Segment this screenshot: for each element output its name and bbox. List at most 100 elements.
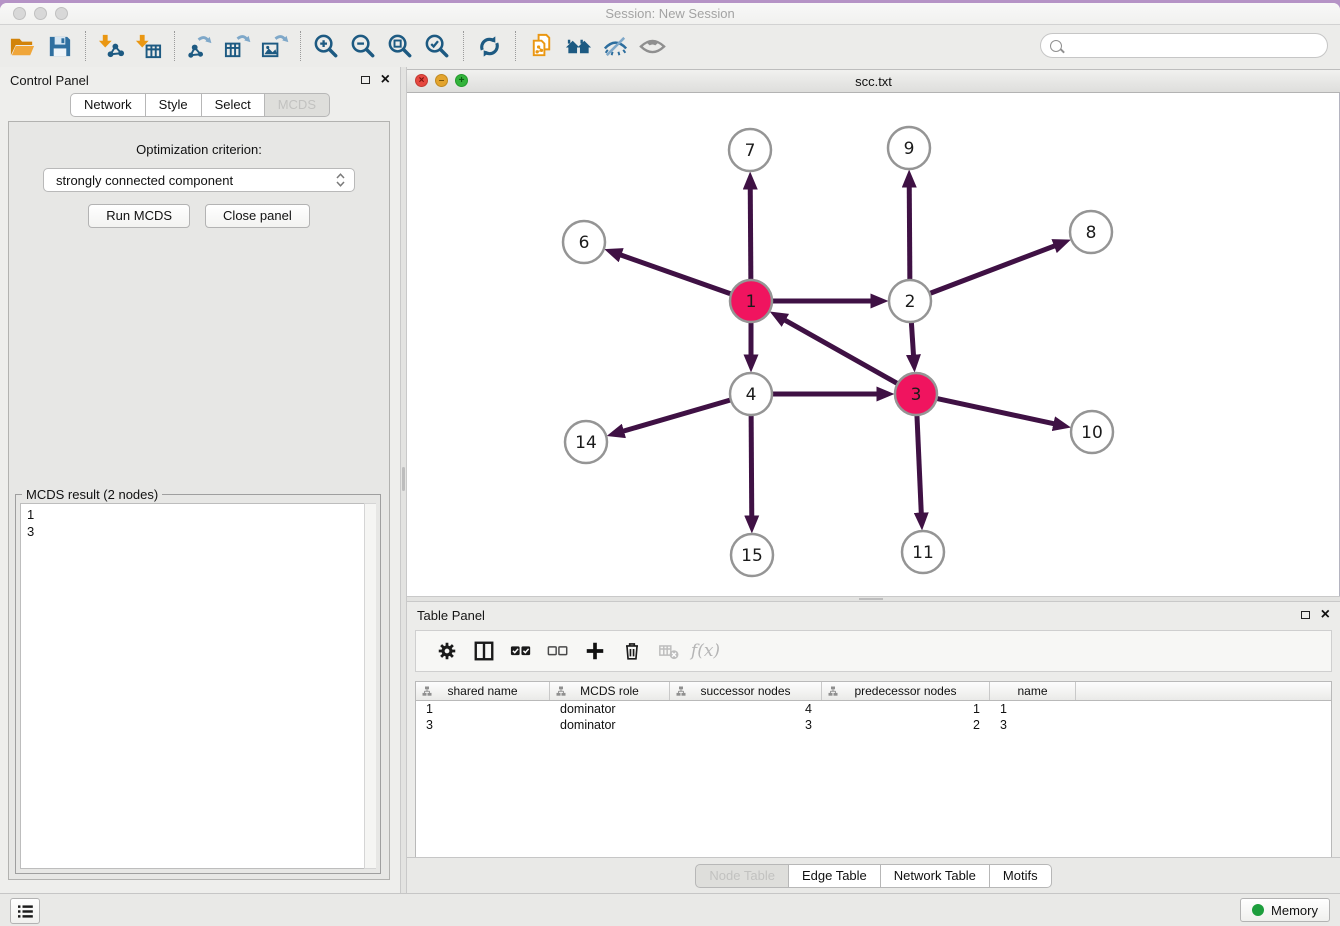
run-mcds-button[interactable]: Run MCDS <box>88 204 190 228</box>
graph-node-6[interactable]: 6 <box>563 221 605 263</box>
close-panel-icon[interactable]: × <box>1321 608 1330 622</box>
graph-edge-3-1[interactable] <box>784 320 898 384</box>
close-panel-button[interactable]: Close panel <box>205 204 310 228</box>
toolbar-separator <box>300 31 301 61</box>
table-cell[interactable]: 1 <box>822 701 990 717</box>
graph-edge-1-7[interactable] <box>750 188 751 280</box>
tab-network[interactable]: Network <box>70 93 146 117</box>
graph-edge-4-14[interactable] <box>622 400 730 432</box>
table-cell[interactable]: 1 <box>990 701 1076 717</box>
graph-edge-4-15[interactable] <box>751 415 752 517</box>
table-cell[interactable]: 2 <box>822 717 990 733</box>
delete-column-icon[interactable] <box>613 633 650 669</box>
graph-edge-3-10[interactable] <box>937 398 1055 424</box>
table-row[interactable]: 1dominator411 <box>416 701 1331 717</box>
column-header-successor-nodes[interactable]: successor nodes <box>670 682 822 700</box>
column-header-shared-name[interactable]: shared name <box>416 682 550 700</box>
right-column: × – + scc.txt 7968124314101511 <box>407 67 1340 894</box>
unselect-all-columns-icon[interactable] <box>539 633 576 669</box>
show-columns-icon[interactable] <box>465 633 502 669</box>
table-cell[interactable]: 3 <box>990 717 1076 733</box>
export-image-icon[interactable] <box>256 28 293 64</box>
graph-edge-2-9[interactable] <box>909 186 910 280</box>
zoom-out-icon[interactable] <box>345 28 382 64</box>
graph-node-1[interactable]: 1 <box>730 280 772 322</box>
table-cell[interactable]: 4 <box>670 701 822 717</box>
network-graph[interactable]: 7 9 6 8 1 2 4 3 14 10 15 11 <box>407 93 1339 596</box>
mcds-result-list[interactable]: 1 3 <box>20 503 376 869</box>
graph-node-2[interactable]: 2 <box>889 280 931 322</box>
graph-node-4[interactable]: 4 <box>730 373 772 415</box>
export-table-icon[interactable] <box>219 28 256 64</box>
zoom-selected-icon[interactable] <box>419 28 456 64</box>
hide-graphics-details-icon[interactable] <box>597 28 634 64</box>
splitter-grip[interactable] <box>402 467 405 491</box>
graph-node-10[interactable]: 10 <box>1071 411 1113 453</box>
close-window-button[interactable] <box>13 7 26 20</box>
table-cell[interactable]: dominator <box>550 717 670 733</box>
graph-edge-1-6[interactable] <box>620 255 731 294</box>
task-history-button[interactable] <box>10 898 40 924</box>
tab-network-table[interactable]: Network Table <box>881 864 990 888</box>
main-window: Session: New Session Cont <box>0 3 1340 926</box>
tab-node-table[interactable]: Node Table <box>695 864 789 888</box>
splitter-grip[interactable] <box>859 598 883 600</box>
tab-style[interactable]: Style <box>146 93 202 117</box>
tab-mcds[interactable]: MCDS <box>265 93 330 117</box>
result-scrollbar[interactable] <box>364 503 376 869</box>
export-network-icon[interactable] <box>182 28 219 64</box>
graph-edge-2-8[interactable] <box>930 246 1056 294</box>
zoom-fit-icon[interactable] <box>382 28 419 64</box>
column-header-mcds-role[interactable]: MCDS role <box>550 682 670 700</box>
close-panel-icon[interactable]: × <box>381 73 390 87</box>
graph-edge-3-11[interactable] <box>917 415 921 514</box>
tab-motifs[interactable]: Motifs <box>990 864 1052 888</box>
graph-edge-2-3[interactable] <box>911 322 913 356</box>
table-cell[interactable]: 3 <box>416 717 550 733</box>
graph-node-14[interactable]: 14 <box>565 421 607 463</box>
table-cell[interactable]: 1 <box>416 701 550 717</box>
tab-select[interactable]: Select <box>202 93 265 117</box>
copy-view-icon[interactable] <box>523 28 560 64</box>
graph-node-11[interactable]: 11 <box>902 531 944 573</box>
network-canvas[interactable]: 7 9 6 8 1 2 4 3 14 10 15 11 <box>407 93 1340 596</box>
zoom-in-icon[interactable] <box>308 28 345 64</box>
delete-table-icon[interactable] <box>650 633 687 669</box>
float-panel-icon[interactable] <box>1301 611 1310 619</box>
add-column-icon[interactable] <box>576 633 613 669</box>
status-bar: Memory <box>0 893 1340 926</box>
maximize-window-button[interactable] <box>55 7 68 20</box>
column-header-predecessor-nodes[interactable]: predecessor nodes <box>822 682 990 700</box>
optimization-criterion-select[interactable]: strongly connected component <box>43 168 355 192</box>
tab-edge-table[interactable]: Edge Table <box>789 864 881 888</box>
show-graphics-details-icon[interactable] <box>634 28 671 64</box>
home-icon[interactable] <box>560 28 597 64</box>
control-panel-header: Control Panel × <box>0 67 400 93</box>
import-table-icon[interactable] <box>130 28 167 64</box>
table-options-gear-icon[interactable] <box>428 633 465 669</box>
select-chevrons-icon <box>336 173 345 187</box>
graph-node-7[interactable]: 7 <box>729 129 771 171</box>
select-all-columns-icon[interactable] <box>502 633 539 669</box>
apply-layout-refresh-icon[interactable] <box>471 28 508 64</box>
table-cell[interactable]: dominator <box>550 701 670 717</box>
column-header-name[interactable]: name <box>990 682 1076 700</box>
import-network-icon[interactable] <box>93 28 130 64</box>
open-session-icon[interactable] <box>4 28 41 64</box>
network-maximize-button[interactable]: + <box>455 74 468 87</box>
vertical-splitter[interactable] <box>400 67 407 894</box>
network-minimize-button[interactable]: – <box>435 74 448 87</box>
float-panel-icon[interactable] <box>361 76 370 84</box>
save-session-icon[interactable] <box>41 28 78 64</box>
graph-node-3[interactable]: 3 <box>895 373 937 415</box>
table-row[interactable]: 3dominator323 <box>416 717 1331 733</box>
table-cell[interactable]: 3 <box>670 717 822 733</box>
graph-node-15[interactable]: 15 <box>731 534 773 576</box>
memory-button[interactable]: Memory <box>1240 898 1330 922</box>
network-close-button[interactable]: × <box>415 74 428 87</box>
function-builder-icon[interactable]: f(x) <box>687 633 724 669</box>
graph-node-9[interactable]: 9 <box>888 127 930 169</box>
minimize-window-button[interactable] <box>34 7 47 20</box>
graph-node-8[interactable]: 8 <box>1070 211 1112 253</box>
search-input[interactable] <box>1068 35 1327 57</box>
